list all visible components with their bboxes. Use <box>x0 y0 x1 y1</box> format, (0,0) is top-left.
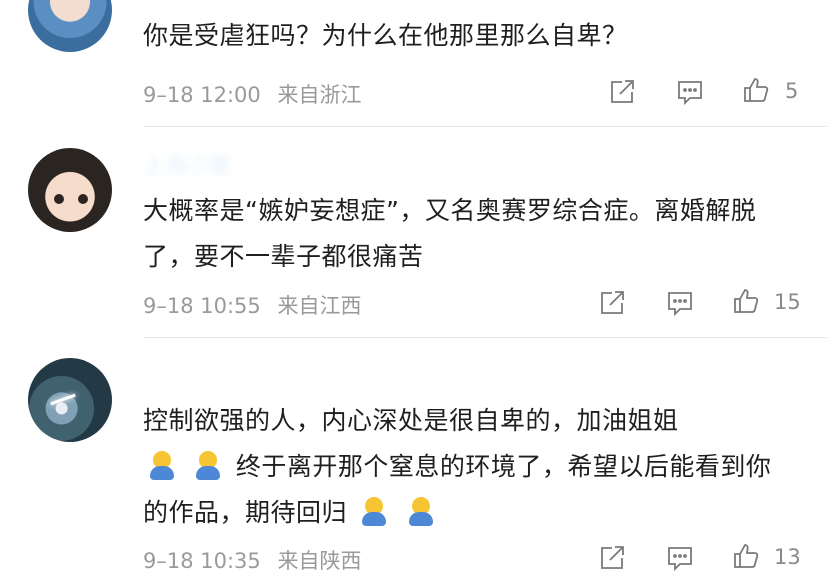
username[interactable]: 上海小爱 <box>143 148 231 180</box>
thumbs-up-icon[interactable] <box>732 542 760 570</box>
like-count: 13 <box>774 545 801 569</box>
comment-time: 9–18 10:35 <box>143 549 261 573</box>
divider <box>143 337 827 338</box>
comment-meta: 9–18 12:00 来自浙江 <box>143 79 361 109</box>
reply-icon[interactable] <box>676 78 704 106</box>
avatar[interactable] <box>28 148 112 232</box>
comment-text: 控制欲强的人，内心深处是很自卑的，加油姐姐 终于离开那个窒息的环境了，希望以后能… <box>143 398 793 536</box>
comment-text: 大概率是“嫉妒妄想症”，又名奥赛罗综合症。离婚解脱了，要不一辈子都很痛苦 <box>143 196 757 271</box>
comment-meta: 9–18 10:55 来自江西 <box>143 290 361 320</box>
avatar[interactable] <box>28 358 112 442</box>
divider <box>143 126 827 127</box>
share-icon[interactable] <box>608 78 636 106</box>
hug-emoji-icon <box>193 450 223 480</box>
comment-text-part-1: 控制欲强的人，内心深处是很自卑的，加油姐姐 <box>143 406 679 435</box>
comment-text-part-2: 终于离开那个窒息的环境了，希望以后能看到你的作品，期待回归 <box>143 452 772 527</box>
thumbs-up-icon[interactable] <box>742 76 770 104</box>
share-icon[interactable] <box>598 289 626 317</box>
comment-location: 来自陕西 <box>277 549 362 573</box>
comment-time: 9–18 12:00 <box>143 83 261 107</box>
reply-icon[interactable] <box>666 289 694 317</box>
comment-text: 你是受虐狂吗？为什么在他那里那么自卑？ <box>143 21 628 50</box>
thumbs-up-icon[interactable] <box>732 287 760 315</box>
comment-location: 来自浙江 <box>277 83 362 107</box>
comment-time: 9–18 10:55 <box>143 294 261 318</box>
comment-location: 来自江西 <box>277 294 362 318</box>
share-icon[interactable] <box>598 544 626 572</box>
comment-meta: 9–18 10:35 来自陕西 <box>143 545 361 575</box>
like-count: 15 <box>774 290 801 314</box>
hug-emoji-icon <box>359 496 389 526</box>
reply-icon[interactable] <box>666 544 694 572</box>
like-count: 5 <box>785 79 799 103</box>
hug-emoji-icon <box>406 496 436 526</box>
avatar[interactable] <box>28 0 112 52</box>
hug-emoji-icon <box>147 450 177 480</box>
